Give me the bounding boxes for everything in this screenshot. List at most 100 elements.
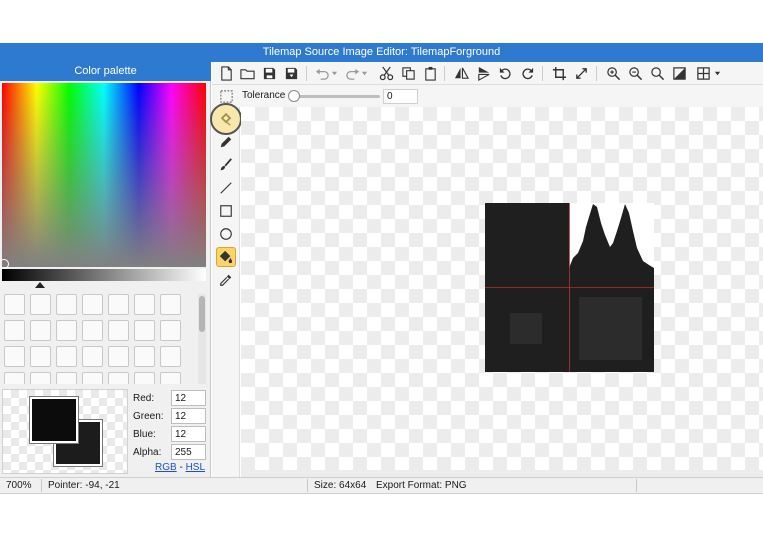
open-folder-icon[interactable] bbox=[239, 65, 256, 82]
undo-icon[interactable] bbox=[314, 65, 331, 82]
green-label: Green: bbox=[133, 411, 164, 422]
palette-swatch[interactable] bbox=[4, 294, 25, 315]
pointer-position: Pointer: -94, -21 bbox=[48, 480, 120, 491]
rotate-left-icon[interactable] bbox=[497, 65, 514, 82]
hsl-mode-link[interactable]: HSL bbox=[186, 462, 205, 473]
palette-swatch[interactable] bbox=[108, 320, 129, 341]
editor-canvas[interactable] bbox=[241, 107, 763, 470]
swatch-grid bbox=[4, 294, 194, 384]
palette-swatch[interactable] bbox=[108, 372, 129, 384]
grid-dropdown-icon[interactable] bbox=[713, 65, 722, 82]
palette-swatch[interactable] bbox=[30, 294, 51, 315]
palette-swatch[interactable] bbox=[4, 346, 25, 367]
swatch-scrollbar[interactable] bbox=[198, 294, 206, 384]
invert-icon[interactable] bbox=[671, 65, 688, 82]
palette-swatch[interactable] bbox=[160, 320, 181, 341]
swatch-scrollbar-thumb[interactable] bbox=[199, 296, 205, 332]
palette-swatch[interactable] bbox=[82, 372, 103, 384]
green-input[interactable] bbox=[171, 408, 206, 424]
status-separator bbox=[636, 479, 637, 492]
blue-label: Blue: bbox=[133, 429, 156, 440]
palette-header: Color palette bbox=[0, 62, 211, 81]
line-icon[interactable] bbox=[216, 178, 236, 198]
brightness-slider[interactable] bbox=[2, 269, 206, 281]
flip-horizontal-icon[interactable] bbox=[453, 65, 470, 82]
palette-swatch[interactable] bbox=[56, 320, 77, 341]
canvas-horizontal-scrollbar[interactable] bbox=[241, 470, 763, 477]
palette-swatch[interactable] bbox=[134, 294, 155, 315]
palette-swatch[interactable] bbox=[30, 320, 51, 341]
save-icon[interactable] bbox=[261, 65, 278, 82]
palette-swatch[interactable] bbox=[82, 294, 103, 315]
pencil-icon[interactable] bbox=[216, 132, 236, 152]
palette-swatch[interactable] bbox=[160, 346, 181, 367]
eyedropper-icon[interactable] bbox=[216, 270, 236, 290]
cut-icon[interactable] bbox=[378, 65, 395, 82]
palette-swatch[interactable] bbox=[108, 294, 129, 315]
top-margin bbox=[0, 0, 763, 43]
color-spectrum-picker[interactable] bbox=[0, 83, 206, 269]
tolerance-input[interactable]: 0 bbox=[383, 89, 418, 104]
zoom-out-icon[interactable] bbox=[627, 65, 644, 82]
palette-swatch[interactable] bbox=[134, 346, 155, 367]
palette-swatch[interactable] bbox=[82, 320, 103, 341]
save-as-icon[interactable] bbox=[283, 65, 300, 82]
fill-bucket-icon[interactable] bbox=[216, 247, 236, 267]
paste-icon[interactable] bbox=[422, 65, 439, 82]
rectangle-icon[interactable] bbox=[216, 201, 236, 221]
blue-input[interactable] bbox=[171, 426, 206, 442]
foreground-color-swatch[interactable] bbox=[30, 397, 78, 443]
alpha-input[interactable] bbox=[171, 444, 206, 460]
palette-swatch[interactable] bbox=[108, 346, 129, 367]
palette-swatch[interactable] bbox=[160, 294, 181, 315]
color-mode-separator: - bbox=[176, 462, 186, 473]
tool-options-bar: Tolerance 0 bbox=[212, 85, 763, 107]
window-title-bar: Tilemap Source Image Editor: TilemapForg… bbox=[0, 43, 763, 62]
color-preview bbox=[2, 389, 128, 474]
zoom-fit-icon[interactable] bbox=[649, 65, 666, 82]
spectrum-cursor[interactable] bbox=[0, 259, 9, 269]
drawing-tools-panel bbox=[212, 107, 240, 477]
palette-swatch[interactable] bbox=[4, 372, 25, 384]
main-toolbar bbox=[212, 62, 763, 85]
flip-vertical-icon[interactable] bbox=[475, 65, 492, 82]
copy-icon[interactable] bbox=[400, 65, 417, 82]
zoom-level: 700% bbox=[6, 480, 32, 491]
redo-dropdown-icon[interactable] bbox=[360, 65, 369, 82]
palette-swatch[interactable] bbox=[30, 372, 51, 384]
image-size: Size: 64x64 bbox=[314, 480, 367, 491]
crop-icon[interactable] bbox=[551, 65, 568, 82]
brightness-marker[interactable] bbox=[35, 282, 45, 288]
resize-icon[interactable] bbox=[573, 65, 590, 82]
palette-swatch[interactable] bbox=[30, 346, 51, 367]
tolerance-slider-thumb[interactable] bbox=[288, 90, 300, 102]
toolbar-separator bbox=[444, 66, 445, 81]
tolerance-slider[interactable] bbox=[292, 95, 380, 98]
palette-swatch[interactable] bbox=[160, 372, 181, 384]
toolbar-separator bbox=[596, 66, 597, 81]
zoom-in-icon[interactable] bbox=[605, 65, 622, 82]
palette-swatch[interactable] bbox=[134, 320, 155, 341]
palette-swatch[interactable] bbox=[82, 346, 103, 367]
red-input[interactable] bbox=[171, 390, 206, 406]
undo-dropdown-icon[interactable] bbox=[330, 65, 339, 82]
tile-image[interactable] bbox=[485, 203, 654, 372]
status-separator bbox=[307, 479, 308, 492]
window-title: Tilemap Source Image Editor: TilemapForg… bbox=[262, 46, 501, 58]
rotate-right-icon[interactable] bbox=[519, 65, 536, 82]
brush-icon[interactable] bbox=[216, 155, 236, 175]
palette-swatch[interactable] bbox=[56, 372, 77, 384]
color-palette-panel: Color palette Red: Green: Blue: Alpha: R… bbox=[0, 62, 211, 477]
palette-swatch[interactable] bbox=[56, 294, 77, 315]
color-mode-links: RGB - HSL bbox=[155, 462, 205, 473]
palette-swatch[interactable] bbox=[134, 372, 155, 384]
palette-swatch[interactable] bbox=[4, 320, 25, 341]
palette-swatch[interactable] bbox=[56, 346, 77, 367]
rgb-mode-link[interactable]: RGB bbox=[155, 462, 177, 473]
status-bar: 700% Pointer: -94, -21 Size: 64x64 Expor… bbox=[0, 477, 763, 494]
ellipse-icon[interactable] bbox=[216, 224, 236, 244]
new-file-icon[interactable] bbox=[218, 65, 235, 82]
redo-icon[interactable] bbox=[344, 65, 361, 82]
toolbar-separator bbox=[306, 66, 307, 81]
grid-icon[interactable] bbox=[695, 65, 712, 82]
